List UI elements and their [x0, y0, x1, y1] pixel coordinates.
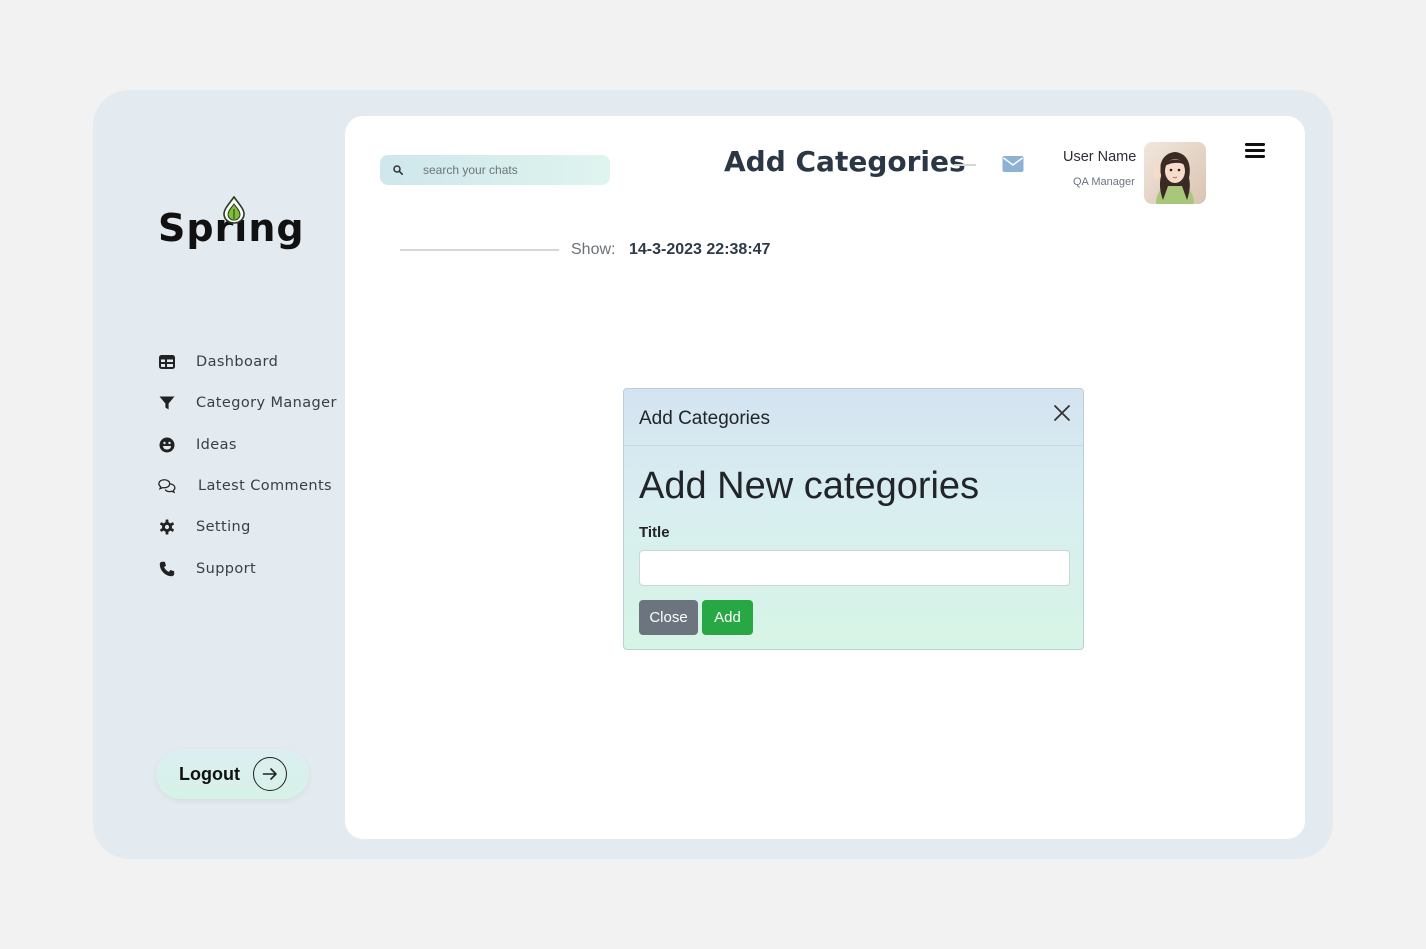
- search-input[interactable]: [423, 163, 603, 177]
- title-field-label: Title: [639, 524, 670, 541]
- sidebar-item-label: Dashboard: [196, 354, 279, 370]
- add-button[interactable]: Add: [702, 600, 753, 635]
- logo: Spring: [158, 196, 304, 256]
- phone-icon: [158, 560, 176, 578]
- sidebar-item-setting[interactable]: Setting: [158, 515, 251, 539]
- divider: [400, 249, 559, 251]
- sidebar-item-latest-comments[interactable]: Latest Comments: [158, 474, 332, 498]
- search-icon: [393, 165, 403, 175]
- close-icon[interactable]: [1052, 403, 1072, 423]
- leaf-drop-icon: [223, 196, 245, 224]
- modal-heading: Add New categories: [639, 465, 980, 507]
- sidebar-item-ideas[interactable]: Ideas: [158, 433, 237, 457]
- sidebar-item-dashboard[interactable]: Dashboard: [158, 350, 278, 374]
- modal-title: Add Categories: [639, 408, 770, 429]
- sidebar-item-label: Category Manager: [196, 395, 337, 411]
- smile-icon: [158, 436, 176, 454]
- sidebar-item-label: Latest Comments: [198, 478, 333, 494]
- sidebar-item-label: Ideas: [196, 437, 237, 453]
- gear-icon: [158, 518, 176, 536]
- sidebar-item-label: Setting: [196, 519, 251, 535]
- add-categories-modal: Add Categories Add New categories Title …: [623, 388, 1084, 650]
- comments-icon: [158, 477, 176, 495]
- divider: [954, 164, 976, 166]
- logout-label: Logout: [179, 763, 240, 784]
- show-label: Show:: [571, 241, 616, 258]
- modal-header: Add Categories: [624, 389, 1083, 446]
- hamburger-menu-icon[interactable]: [1244, 141, 1266, 161]
- close-button[interactable]: Close: [639, 600, 698, 635]
- user-role: QA Manager: [1073, 176, 1135, 188]
- sidebar-item-support[interactable]: Support: [158, 557, 256, 581]
- sidebar-item-category-manager[interactable]: Category Manager: [158, 391, 337, 415]
- page-title: Add Categories: [724, 145, 966, 178]
- search-bar: [380, 155, 610, 185]
- logout-button[interactable]: Logout: [156, 749, 309, 799]
- show-datetime: 14-3-2023 22:38:47: [629, 241, 771, 258]
- filter-icon: [158, 394, 176, 412]
- user-name: User Name: [1063, 149, 1137, 165]
- mail-icon[interactable]: [1002, 155, 1024, 173]
- table-icon: [158, 353, 176, 371]
- avatar[interactable]: [1144, 142, 1206, 204]
- arrow-right-icon: [252, 757, 287, 791]
- title-input[interactable]: [639, 550, 1070, 586]
- sidebar-item-label: Support: [196, 561, 257, 577]
